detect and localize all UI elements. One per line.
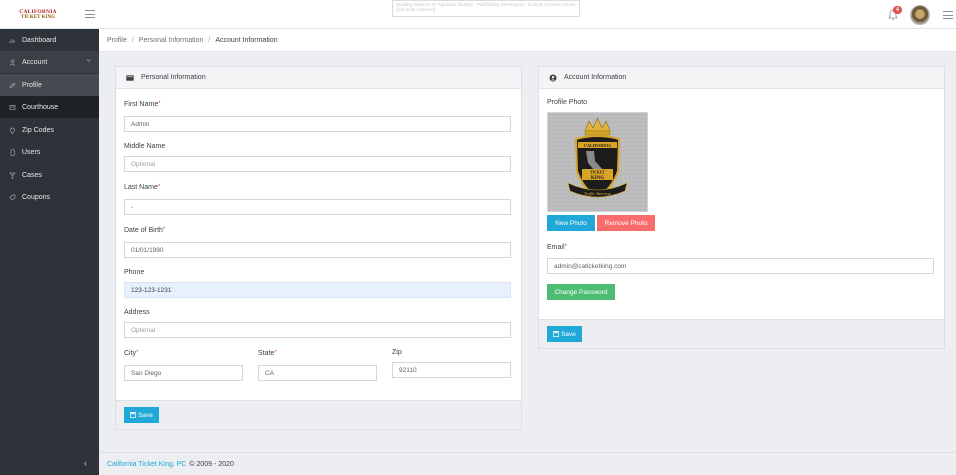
page-footer: California Ticket King, PC © 2009 - 2020 xyxy=(99,452,956,475)
phone-label: Phone xyxy=(124,269,145,276)
city-label: City* xyxy=(124,350,139,357)
first-name-input[interactable]: Admin xyxy=(124,116,511,132)
user-avatar[interactable] xyxy=(910,5,930,25)
account-information-footer xyxy=(539,319,944,348)
middle-name-label: Middle Name xyxy=(124,143,166,150)
person-icon xyxy=(2,58,22,66)
address-label: Address xyxy=(124,309,150,316)
personal-information-footer xyxy=(116,400,521,429)
brand-logo[interactable]: CALIFORNIA TICKET KING xyxy=(18,9,58,21)
breadcrumb-item-account: Account Information xyxy=(215,36,278,44)
new-photo-button[interactable]: New Photo xyxy=(547,215,595,231)
change-password-button[interactable]: Change Password xyxy=(547,284,615,300)
svg-text:TICKET: TICKET xyxy=(590,171,605,175)
floppy-disk-icon xyxy=(130,412,137,418)
personal-information-header: Personal Information xyxy=(116,67,521,89)
profile-photo: CALIFORNIA TICKET KING Traffic Attorneys xyxy=(547,112,648,212)
sidebar-minimize-icon[interactable]: ‹ xyxy=(84,458,87,468)
breadcrumb-separator: / xyxy=(131,36,134,44)
svg-text:CALIFORNIA: CALIFORNIA xyxy=(584,143,611,148)
zip-label: Zip xyxy=(392,349,402,356)
last-name-input[interactable]: - xyxy=(124,199,511,215)
breadcrumb-separator: / xyxy=(208,36,211,44)
sidebar-item-users[interactable]: Users xyxy=(0,141,99,163)
personal-save-button[interactable]: Save xyxy=(124,407,159,423)
email-input[interactable]: admin@caticketking.com xyxy=(547,258,934,274)
city-input[interactable]: San Diego xyxy=(124,365,243,381)
address-input[interactable]: Optional xyxy=(124,322,511,338)
svg-text:KING: KING xyxy=(591,176,604,181)
location-icon xyxy=(2,127,22,134)
glass-icon xyxy=(2,172,22,179)
sidebar-toggle-icon[interactable] xyxy=(85,10,95,18)
state-label: State* xyxy=(258,350,277,357)
sidebar-item-dashboard[interactable]: Dashboard xyxy=(0,29,99,51)
breadcrumb-item-profile[interactable]: Profile xyxy=(107,37,127,44)
phone-icon xyxy=(2,148,22,156)
remove-photo-button[interactable]: Remove Photo xyxy=(597,215,655,231)
tag-icon xyxy=(2,194,22,201)
floppy-disk-icon xyxy=(553,331,560,337)
phone-input[interactable]: 123-123-1231 xyxy=(124,282,511,298)
copyright-text: © 2009 - 2020 xyxy=(189,460,234,468)
last-name-label: Last Name* xyxy=(124,184,161,191)
sidebar-item-zip-codes[interactable]: Zip Codes xyxy=(0,119,99,141)
crown-shield-logo-icon: CALIFORNIA TICKET KING Traffic Attorneys xyxy=(548,113,647,211)
id-card-icon xyxy=(126,74,134,81)
state-input[interactable]: CA xyxy=(258,365,377,381)
date-of-birth-label: Date of Birth* xyxy=(124,227,166,234)
sidebar-item-courthouse[interactable]: Courthouse xyxy=(0,96,99,118)
sidebar-item-profile[interactable]: Profile xyxy=(0,74,99,96)
chevron-down-icon xyxy=(86,59,91,62)
building-icon xyxy=(2,104,22,111)
user-circle-icon xyxy=(549,74,557,82)
pencil-icon xyxy=(2,82,22,89)
email-label: Email* xyxy=(547,244,567,251)
sidebar-item-account[interactable]: Account xyxy=(0,51,99,73)
sidebar-item-coupons[interactable]: Coupons xyxy=(0,186,99,208)
middle-name-input[interactable]: Optional xyxy=(124,156,511,172)
sidebar: Dashboard Account Profile Courthouse Zip… xyxy=(0,29,99,475)
breadcrumb: Profile / Personal Information / Account… xyxy=(99,29,956,52)
svg-text:Traffic Attorneys: Traffic Attorneys xyxy=(584,191,611,196)
company-link[interactable]: California Ticket King, PC xyxy=(107,461,186,468)
sidebar-item-cases[interactable]: Cases xyxy=(0,164,99,186)
account-information-header: Account Information xyxy=(539,67,944,89)
first-name-label: First Name* xyxy=(124,101,161,108)
debug-tooltip: Sending Referrer for Applicant findings … xyxy=(392,0,580,17)
chart-icon xyxy=(2,37,22,44)
notification-badge: 4 xyxy=(893,6,902,14)
top-header: CALIFORNIA TICKET KING Sending Referrer … xyxy=(0,0,956,29)
breadcrumb-item-personal[interactable]: Personal Information xyxy=(139,37,204,44)
date-of-birth-input[interactable]: 01/01/1990 xyxy=(124,242,511,258)
profile-photo-label: Profile Photo xyxy=(547,99,588,106)
zip-input[interactable]: 92110 xyxy=(392,362,511,378)
aside-menu-icon[interactable] xyxy=(943,11,953,19)
account-save-button[interactable]: Save xyxy=(547,326,582,342)
